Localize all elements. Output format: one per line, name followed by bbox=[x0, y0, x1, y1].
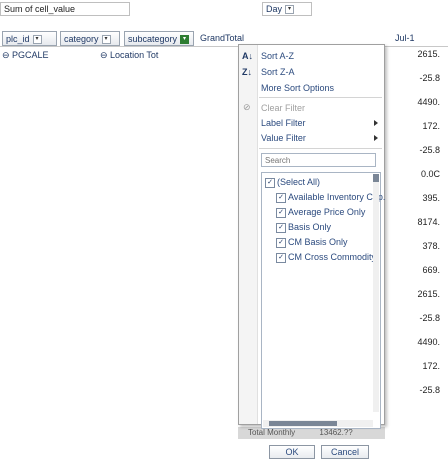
value-cell: 172. bbox=[422, 121, 440, 131]
more-sort-options-item[interactable]: More Sort Options bbox=[261, 83, 334, 93]
filter-list-item-label: CM Basis Only bbox=[288, 237, 348, 247]
filter-list-item-label: Average Price Only bbox=[288, 207, 366, 217]
column-field-button[interactable]: Day ▾ bbox=[262, 2, 312, 16]
sort-za-icon: Z↓ bbox=[242, 67, 252, 77]
value-cell: 0.0C bbox=[420, 169, 440, 179]
value-field-label[interactable]: Sum of cell_value bbox=[0, 2, 130, 16]
value-cell: -25.8 bbox=[419, 73, 440, 83]
checkbox[interactable]: ✓ bbox=[265, 177, 275, 188]
location-row-text: Location Tot bbox=[110, 50, 159, 60]
value-filter-item[interactable]: Value Filter bbox=[261, 133, 306, 143]
date-column-header: Jul-1 bbox=[395, 33, 415, 43]
submenu-arrow-icon bbox=[374, 135, 378, 141]
subcategory-label: subcategory bbox=[128, 34, 178, 44]
total-row-value: 13462.?? bbox=[319, 428, 353, 437]
scrollbar-thumb[interactable] bbox=[373, 174, 379, 182]
value-cell: 4490. bbox=[417, 337, 440, 347]
value-cell: 172. bbox=[422, 361, 440, 371]
value-cell: 378. bbox=[422, 241, 440, 251]
filter-list-item[interactable]: ✓ Basis Only bbox=[276, 222, 331, 233]
horizontal-scrollbar[interactable] bbox=[263, 420, 373, 427]
total-row-label: Total Monthly bbox=[248, 428, 296, 437]
cancel-button[interactable]: Cancel bbox=[321, 445, 369, 459]
menu-separator bbox=[259, 97, 382, 98]
scrollbar-thumb[interactable] bbox=[269, 421, 337, 426]
grand-total-header: GrandTotal bbox=[200, 33, 245, 43]
ok-button[interactable]: OK bbox=[269, 445, 315, 459]
checkbox[interactable]: ✓ bbox=[276, 207, 286, 218]
clear-filter-icon: ⊘ bbox=[243, 102, 251, 112]
label-filter-item[interactable]: Label Filter bbox=[261, 118, 306, 128]
value-cell: -25.8 bbox=[419, 145, 440, 155]
value-cell: 4490. bbox=[417, 97, 440, 107]
filter-search-input[interactable] bbox=[261, 153, 376, 167]
filter-list-item[interactable]: ✓ Available Inventory Cap. bbox=[276, 192, 385, 203]
value-cell: 669. bbox=[422, 265, 440, 275]
location-row-label[interactable]: ⊖ Location Tot bbox=[100, 50, 158, 61]
clear-filter-item[interactable]: Clear Filter bbox=[261, 103, 305, 113]
checkbox[interactable]: ✓ bbox=[276, 192, 286, 203]
category-label: category bbox=[64, 34, 99, 44]
checkbox[interactable]: ✓ bbox=[276, 237, 286, 248]
vertical-scrollbar[interactable] bbox=[373, 174, 379, 412]
value-cell: -25.8 bbox=[419, 385, 440, 395]
value-cell: 8174. bbox=[417, 217, 440, 227]
filter-item-list: ✓ (Select All) ✓ Available Inventory Cap. … bbox=[261, 172, 385, 429]
plc-id-field-button[interactable]: plc_id ▾ bbox=[2, 31, 57, 46]
filter-list-item[interactable]: ✓ Average Price Only bbox=[276, 207, 365, 218]
sort-az-item[interactable]: Sort A-Z bbox=[261, 51, 294, 61]
plc-row-text: PGCALE bbox=[12, 50, 49, 60]
filter-list-item[interactable]: ✓ CM Basis Only bbox=[276, 237, 348, 248]
chevron-down-icon[interactable]: ▾ bbox=[101, 35, 111, 45]
value-cell: -25.8 bbox=[419, 313, 440, 323]
plc-id-label: plc_id bbox=[6, 34, 30, 44]
filter-list-item-label: Basis Only bbox=[288, 222, 332, 232]
filter-list-item-label: CM Cross Commodity bbox=[288, 252, 377, 262]
filter-dropdown-menu: A↓ Sort A-Z Z↓ Sort Z-A More Sort Option… bbox=[238, 44, 385, 459]
value-column: 2615. -25.8 4490. 172. -25.8 0.0C 395. 8174. 378… bbox=[385, 47, 448, 427]
chevron-down-icon[interactable]: ▾ bbox=[32, 35, 42, 45]
subcategory-field-button[interactable]: subcategory ▾ bbox=[124, 31, 194, 46]
value-cell: 2615. bbox=[417, 289, 440, 299]
submenu-arrow-icon bbox=[374, 120, 378, 126]
menu-separator bbox=[259, 148, 382, 149]
category-field-button[interactable]: category ▾ bbox=[60, 31, 120, 46]
plc-row-label[interactable]: ⊖ PGCALE bbox=[2, 50, 49, 61]
filter-list-item[interactable]: ✓ CM Cross Commodity bbox=[276, 252, 376, 263]
filter-list-item-label: Available Inventory Cap. bbox=[288, 192, 386, 202]
chevron-down-icon[interactable]: ▾ bbox=[285, 5, 295, 15]
value-cell: 2615. bbox=[417, 49, 440, 59]
filter-icon[interactable]: ▾ bbox=[180, 35, 190, 45]
column-field-label: Day bbox=[266, 4, 283, 14]
select-all-item[interactable]: ✓ (Select All) bbox=[265, 177, 320, 188]
checkbox[interactable]: ✓ bbox=[276, 222, 286, 233]
sort-za-item[interactable]: Sort Z-A bbox=[261, 67, 295, 77]
value-cell: 395. bbox=[422, 193, 440, 203]
sort-az-icon: A↓ bbox=[242, 51, 253, 61]
checkbox[interactable]: ✓ bbox=[276, 252, 286, 263]
select-all-label: (Select All) bbox=[277, 177, 321, 187]
